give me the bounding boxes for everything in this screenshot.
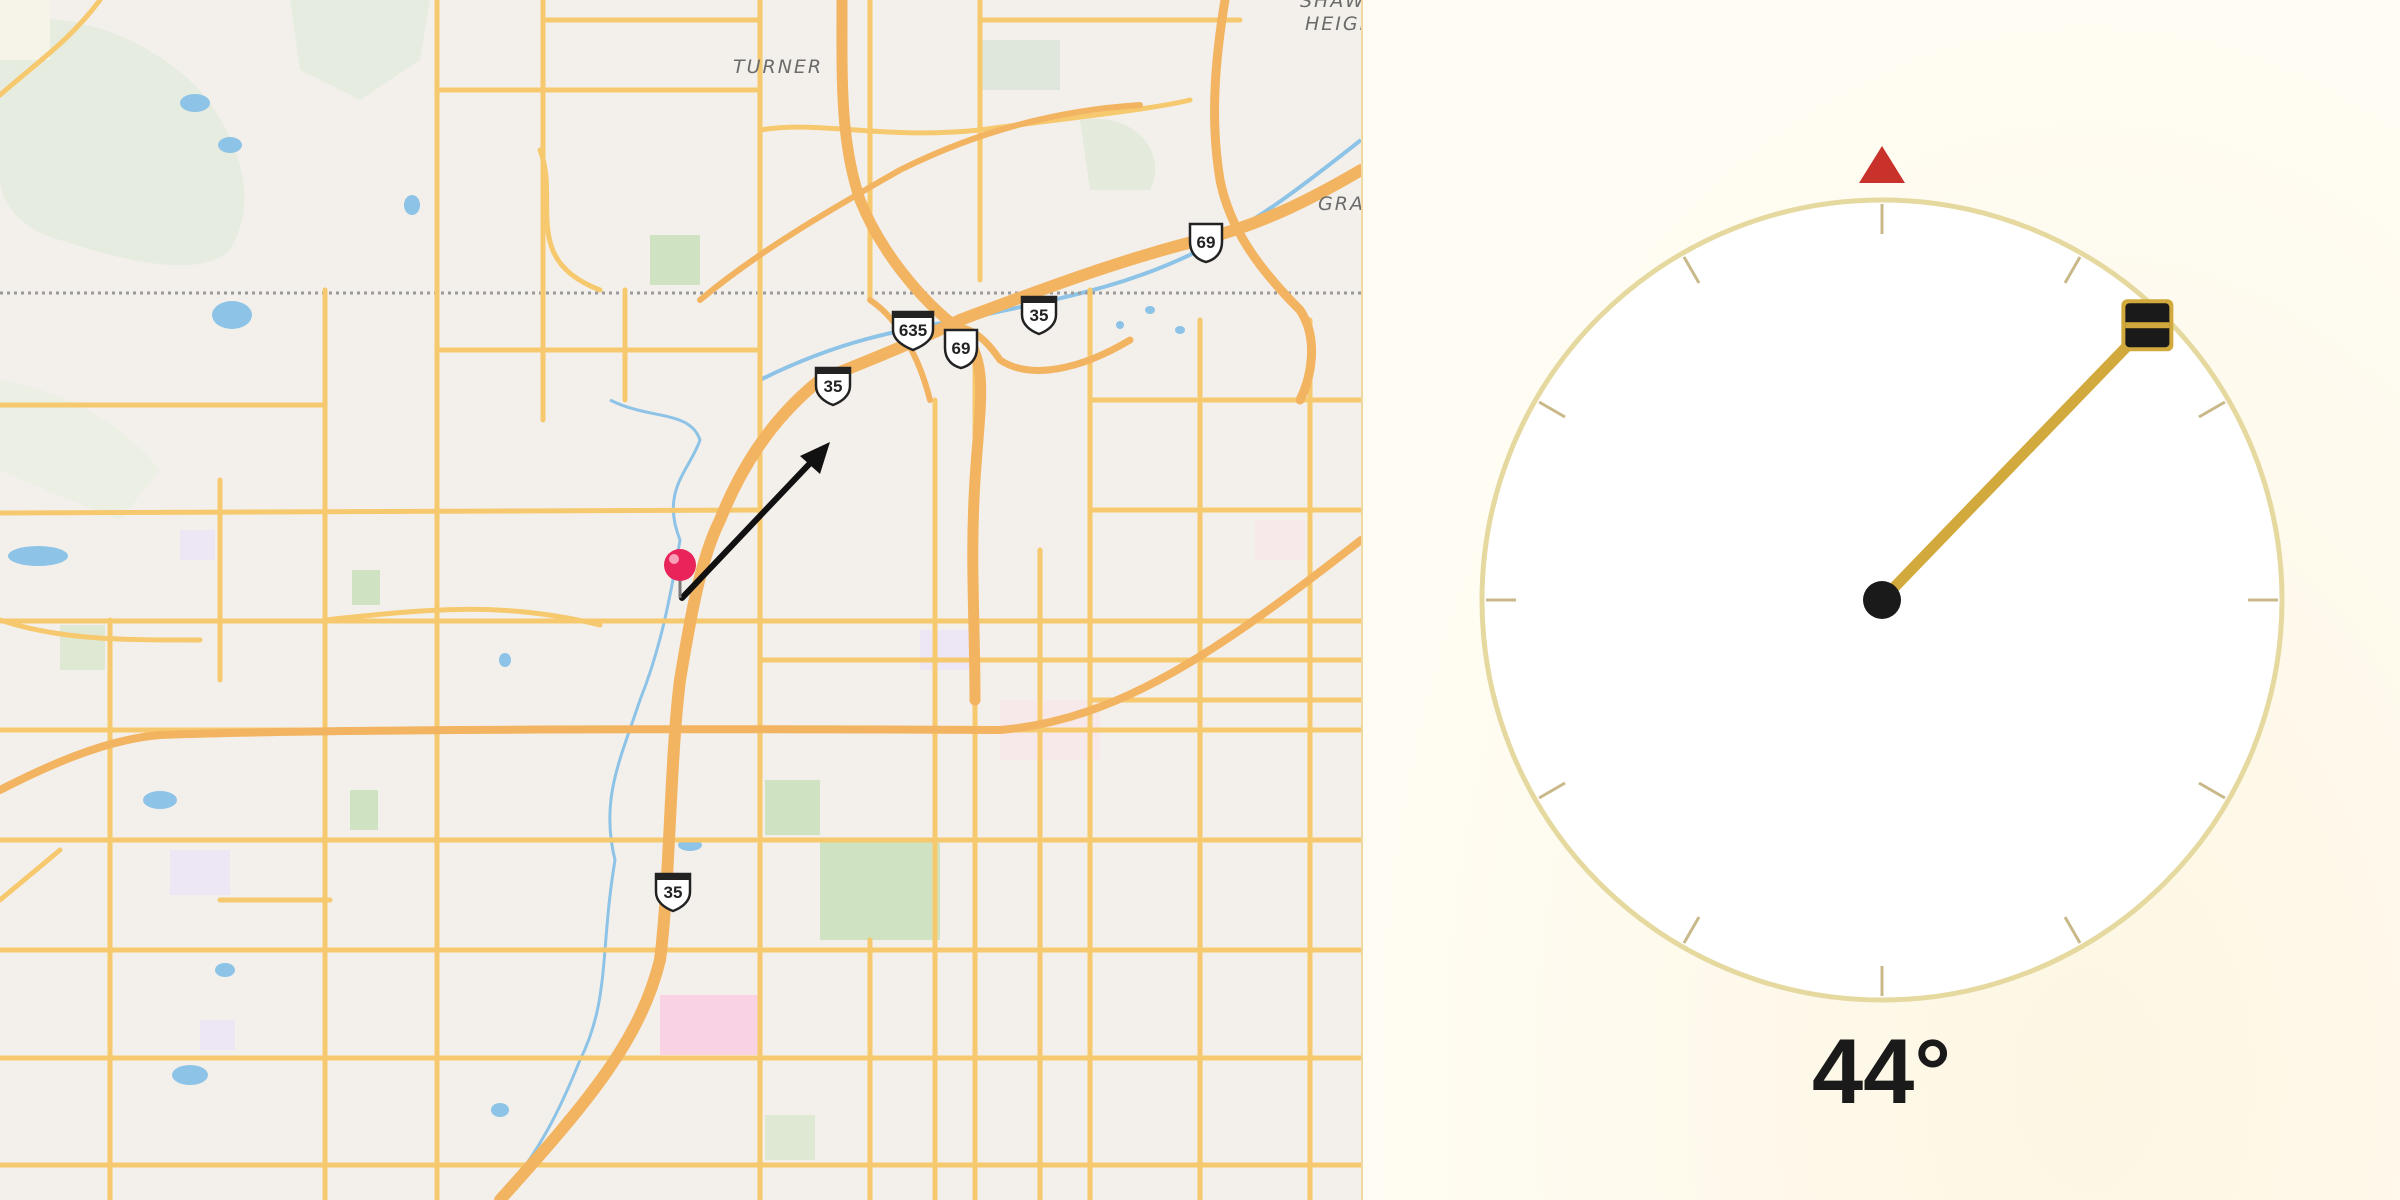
map-label-grand: GRA — [1318, 193, 1361, 215]
map-label-shawnee-line2: HEIGH — [1305, 13, 1361, 35]
svg-text:69: 69 — [1197, 233, 1216, 252]
shield-us-69-a: 69 — [943, 328, 979, 370]
street-map[interactable]: TURNER SHAW HEIGH GRA 635 69 69 35 35 — [0, 0, 1361, 1200]
svg-text:69: 69 — [952, 339, 971, 358]
drag-handle-icon[interactable] — [2121, 299, 2174, 352]
shield-us-69-b: 69 — [1188, 222, 1224, 264]
map-panel[interactable]: TURNER SHAW HEIGH GRA 635 69 69 35 35 — [0, 0, 1363, 1200]
compass-panel: 44° — [1363, 0, 2400, 1200]
map-label-turner: TURNER — [733, 56, 823, 78]
svg-text:35: 35 — [824, 377, 843, 396]
compass-center-pivot — [1863, 581, 1901, 619]
svg-text:35: 35 — [664, 883, 683, 902]
shield-interstate-35-a: 35 — [1020, 295, 1058, 336]
shield-interstate-35-b: 35 — [814, 366, 852, 407]
shield-interstate-35-c: 35 — [654, 872, 692, 913]
svg-text:635: 635 — [899, 321, 927, 340]
north-triangle-icon — [1859, 146, 1905, 183]
svg-text:35: 35 — [1030, 306, 1049, 325]
heading-readout: 44° — [1811, 1021, 1952, 1123]
map-label-shawnee-line1: SHAW — [1300, 0, 1361, 12]
